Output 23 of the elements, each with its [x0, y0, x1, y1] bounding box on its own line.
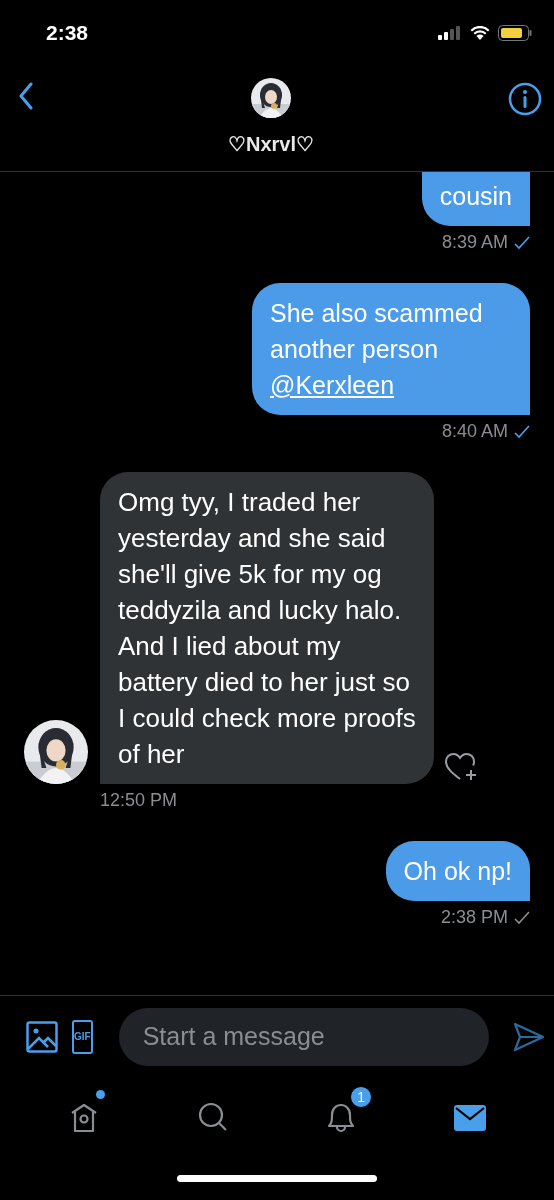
- message-time: 12:50 PM: [100, 790, 178, 811]
- message-time: 8:40 AM: [441, 421, 508, 442]
- status-time: 2:38: [46, 21, 89, 45]
- image-icon[interactable]: [26, 1020, 58, 1053]
- message-bubble: Oh ok np!: [385, 841, 530, 901]
- message-bubble: She also scammed another person @Kerxleen: [252, 283, 530, 415]
- battery-icon: [498, 25, 532, 41]
- like-button[interactable]: [444, 752, 478, 782]
- message-bubble: Omg tyy, I traded her yesterday and she said she'll give 5k for my og teddyzila and lucky halo. And I lied about my battery died to her just so I could check more proofs of her: [100, 472, 434, 784]
- send-button[interactable]: [512, 1021, 545, 1052]
- info-button[interactable]: [508, 82, 542, 116]
- mention-link[interactable]: @Kerxleen: [270, 371, 395, 399]
- message-field[interactable]: Start a message: [118, 1007, 489, 1066]
- contact-name: ♡Nxrvl♡: [228, 132, 314, 156]
- notifications-tab[interactable]: 1: [308, 1086, 375, 1138]
- back-button[interactable]: [18, 82, 34, 110]
- message-time: 8:39 AM: [441, 232, 508, 253]
- signal-icon: [438, 26, 462, 40]
- message-time: 2:38 PM: [440, 907, 508, 928]
- message-bubble: cousin: [421, 172, 530, 226]
- gif-button[interactable]: GIF: [72, 1019, 93, 1054]
- wifi-icon: [470, 26, 490, 40]
- notification-badge: 1: [350, 1086, 373, 1108]
